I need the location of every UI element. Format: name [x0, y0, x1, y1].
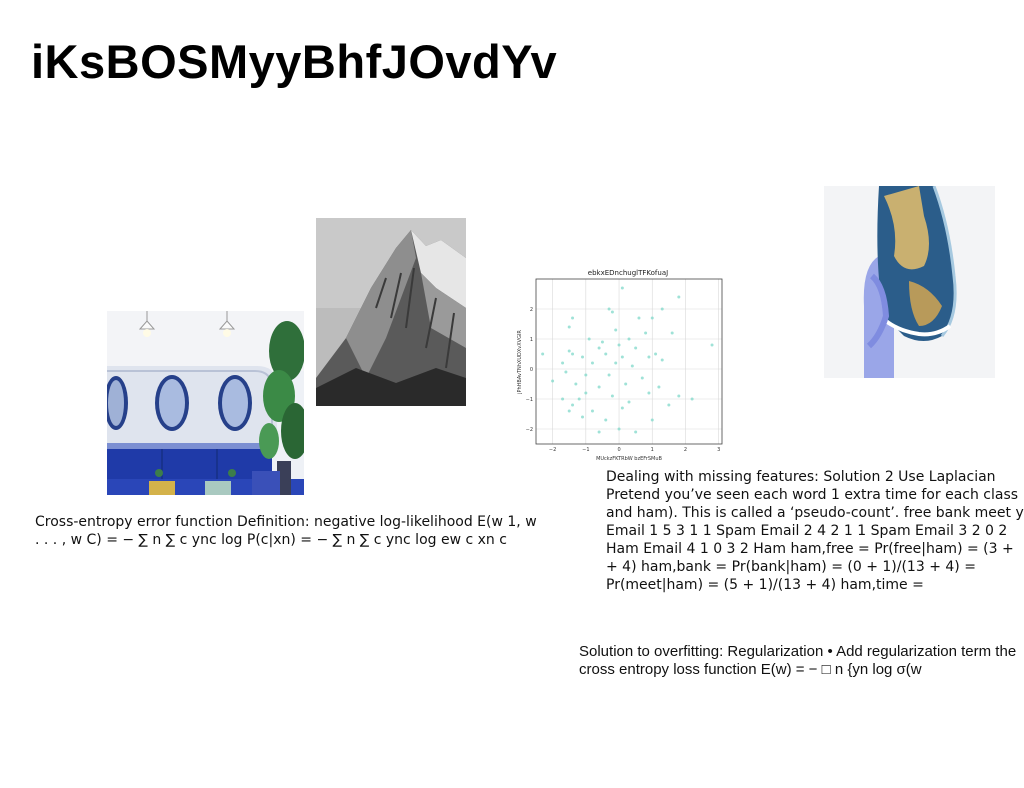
x-tick-label: −2: [549, 447, 556, 453]
scatter-point: [607, 373, 611, 377]
scatter-point: [551, 379, 555, 383]
scatter-point: [600, 340, 604, 344]
scatter-point: [597, 430, 601, 434]
scatter-point: [634, 346, 638, 350]
scatter-point: [561, 397, 565, 401]
scatter-point: [567, 325, 571, 329]
hand-holding-globe-photo: [824, 186, 995, 378]
scatter-point: [627, 337, 631, 341]
scatter-point: [571, 352, 575, 356]
scatter-point: [617, 427, 621, 431]
scatter-point: [620, 406, 624, 410]
scatter-point: [584, 391, 588, 395]
y-tick-label: 1: [530, 337, 533, 343]
y-tick-label: −2: [526, 427, 533, 433]
scatter-point: [610, 310, 614, 314]
scatter-point: [604, 352, 608, 356]
text-block-laplacian: Dealing with missing features: Solution …: [606, 469, 1024, 593]
scatter-point: [620, 286, 624, 290]
scatter-chart: ebkxEDnchuglTFKofuaJ −2 −1 0 1 2 3 −2 −1 0 1 2 MUc…: [512, 266, 727, 464]
x-tick-label: 0: [617, 447, 620, 453]
scatter-point: [604, 418, 608, 422]
scatter-point: [587, 337, 591, 341]
chart-y-axis-label: jPhHBAvTNhXUDXvXVGIR: [517, 330, 523, 395]
scatter-point: [660, 358, 664, 362]
text-block-cross-entropy: Cross-entropy error function Definition:…: [35, 514, 537, 548]
mountain-peak-photo: [316, 218, 466, 406]
x-tick-label: −1: [582, 447, 589, 453]
plot-frame: [535, 278, 723, 445]
scatter-point: [647, 391, 651, 395]
cafe-interior-image: [107, 311, 304, 495]
x-tick-label: 2: [684, 447, 687, 453]
scatter-point: [567, 349, 571, 353]
hand-holding-globe-image: [824, 186, 995, 378]
scatter-point: [620, 355, 624, 359]
scatter-point: [657, 385, 661, 389]
scatter-point: [571, 403, 575, 407]
scatter-point: [597, 346, 601, 350]
y-tick-label: −1: [526, 397, 533, 403]
scatter-point: [634, 430, 638, 434]
scatter-point: [677, 394, 681, 398]
scatter-point: [581, 355, 584, 359]
mountain-peak-image: [316, 218, 466, 406]
scatter-point: [567, 409, 571, 413]
scatter-chart-svg: ebkxEDnchuglTFKofuaJ −2 −1 0 1 2 3 −2 −1 0 1 2 MUc…: [517, 269, 723, 462]
scatter-point: [650, 316, 654, 320]
scatter-point: [581, 415, 584, 419]
slide-title: iKsBOSMyyBhfJOvdYv: [31, 35, 558, 88]
scatter-point: [667, 403, 671, 407]
scatter-point: [644, 331, 648, 335]
scatter-point: [647, 355, 651, 359]
scatter-point: [654, 352, 658, 356]
scatter-point: [590, 361, 594, 365]
y-tick-label: 2: [530, 307, 533, 313]
scatter-point: [660, 307, 664, 311]
scatter-point: [571, 316, 575, 320]
scatter-point: [590, 409, 594, 413]
scatter-point: [630, 364, 634, 368]
cafe-interior-photo: [107, 311, 304, 495]
scatter-point: [690, 397, 694, 401]
y-tick-label: 0: [530, 367, 533, 373]
scatter-point: [710, 343, 714, 347]
scatter-point: [614, 361, 618, 365]
scatter-point: [650, 418, 654, 422]
scatter-point: [597, 385, 601, 389]
scatter-point: [627, 400, 631, 404]
scatter-point: [561, 361, 565, 365]
scatter-point: [607, 307, 611, 311]
scatter-point: [614, 328, 618, 332]
scatter-point: [574, 382, 578, 386]
text-block-regularization: Solution to overfitting: Regularization …: [579, 643, 1017, 678]
scatter-point: [637, 316, 641, 320]
scatter-point: [541, 352, 545, 356]
x-tick-label: 3: [717, 447, 720, 453]
scatter-point: [584, 373, 588, 377]
scatter-point: [677, 295, 681, 299]
scatter-point: [617, 343, 621, 347]
scatter-point: [670, 331, 674, 335]
chart-x-axis-label: MUckzFKTRbW bzEFrSMuB: [596, 456, 662, 462]
scatter-point: [610, 394, 614, 398]
scatter-point: [577, 397, 581, 401]
x-tick-label: 1: [651, 447, 654, 453]
scatter-point: [624, 382, 628, 386]
scatter-point: [640, 376, 644, 380]
scatter-point: [564, 370, 568, 374]
chart-title: ebkxEDnchuglTFKofuaJ: [588, 269, 668, 277]
